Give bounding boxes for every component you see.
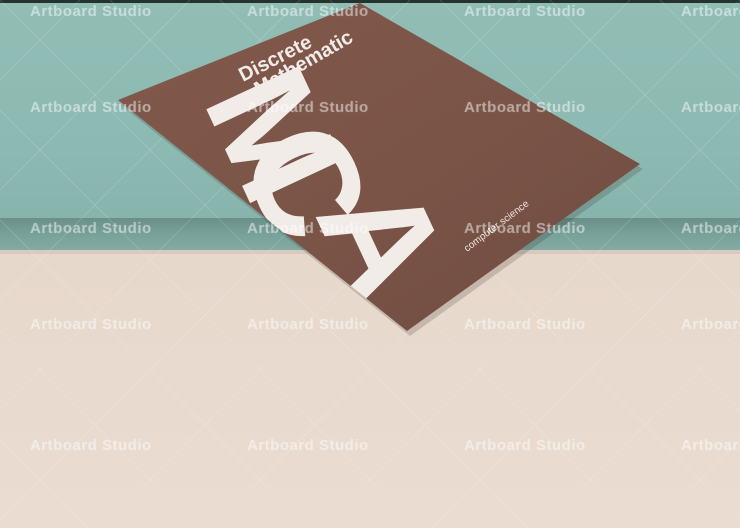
watermark-9: Artboard Studio [30, 220, 152, 237]
watermark-4: Artboard Studio [681, 3, 740, 20]
watermark-8: Artboard Studio [681, 99, 740, 116]
watermark-1: Artboard Studio [30, 3, 152, 20]
watermark-18: Artboard Studio [247, 437, 369, 454]
watermark-20: Artboard Studio [681, 437, 740, 454]
watermark-6: Artboard Studio [247, 99, 369, 116]
watermark-3: Artboard Studio [464, 3, 586, 20]
watermark-16: Artboard Studio [681, 316, 740, 333]
watermark-19: Artboard Studio [464, 437, 586, 454]
watermark-2: Artboard Studio [247, 3, 369, 20]
watermark-12: Artboard Studio [681, 220, 740, 237]
watermark-10: Artboard Studio [247, 220, 369, 237]
watermark-7: Artboard Studio [464, 99, 586, 116]
watermark-5: Artboard Studio [30, 99, 152, 116]
watermark-17: Artboard Studio [30, 437, 152, 454]
mockup-scene: M C A Discrete Mathematic computer scien… [0, 0, 740, 528]
watermark-14: Artboard Studio [247, 316, 369, 333]
watermark-13: Artboard Studio [30, 316, 152, 333]
watermark-15: Artboard Studio [464, 316, 586, 333]
watermark-11: Artboard Studio [464, 220, 586, 237]
